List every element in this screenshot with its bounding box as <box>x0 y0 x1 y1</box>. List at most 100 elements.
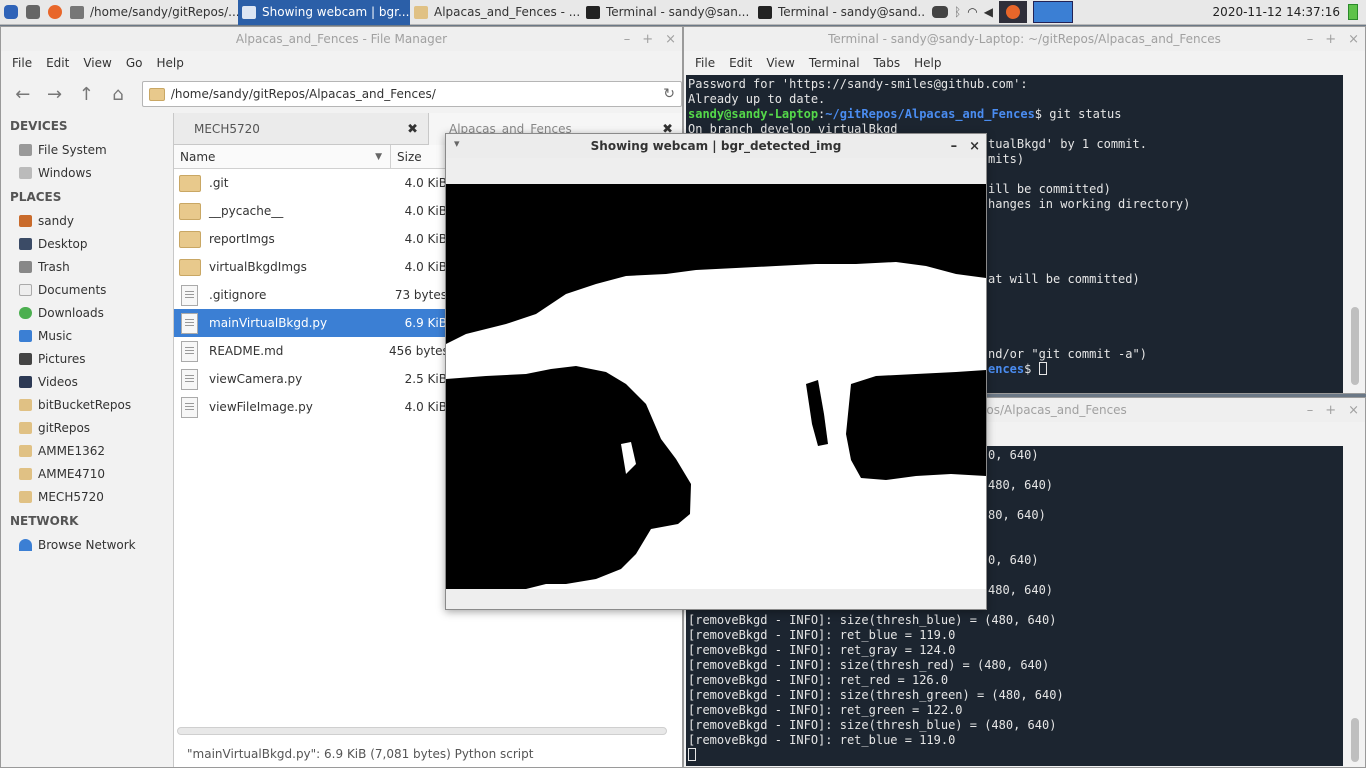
column-size-label: Size <box>397 149 422 164</box>
sidebar-item-music[interactable]: Music <box>1 324 173 347</box>
sidebar-item-label: bitBucketRepos <box>38 397 132 412</box>
task-label: /home/sandy/gitRepos/... <box>90 5 238 19</box>
terminal-menubar: File Edit View Terminal Tabs Help <box>684 51 1365 75</box>
maximize-button[interactable]: + <box>1325 403 1336 418</box>
sidebar-item-browse-network[interactable]: Browse Network <box>1 533 173 556</box>
sidebar-item-trash[interactable]: Trash <box>1 255 173 278</box>
text-file-icon <box>181 368 198 390</box>
task-terminal-1[interactable]: Terminal - sandy@san... <box>582 0 754 25</box>
battery-icon[interactable] <box>1348 4 1358 20</box>
sidebar-item-gitrepos[interactable]: gitRepos <box>1 416 173 439</box>
close-button[interactable]: × <box>665 32 676 47</box>
tab-label: MECH5720 <box>194 122 260 136</box>
sidebar-item-pictures[interactable]: Pictures <box>1 347 173 370</box>
workspace-switcher-icon[interactable] <box>1032 1 1073 23</box>
sidebar-item-videos[interactable]: Videos <box>1 370 173 393</box>
screenshot-icon[interactable] <box>22 0 44 25</box>
vertical-scrollbar[interactable] <box>1349 446 1361 766</box>
file-name: .git <box>209 176 229 190</box>
discord-icon[interactable] <box>932 6 948 18</box>
sidebar-item-desktop[interactable]: Desktop <box>1 232 173 255</box>
maximize-button[interactable]: + <box>1325 32 1336 47</box>
volume-icon[interactable]: ◀ <box>984 5 993 19</box>
webcam-titlebar[interactable]: ▾ Showing webcam | bgr_detected_img – × <box>446 134 986 158</box>
tab-mech5720[interactable]: MECH5720 ✖ <box>174 113 429 145</box>
sidebar-item-amme1362[interactable]: AMME1362 <box>1 439 173 462</box>
status-bar: "mainVirtualBkgd.py": 6.9 KiB (7,081 byt… <box>187 747 534 761</box>
mask-shapes <box>446 184 986 589</box>
location-bar[interactable]: /home/sandy/gitRepos/Alpacas_and_Fences/… <box>141 81 682 107</box>
folder-icon <box>19 490 32 503</box>
sidebar-item-amme4710[interactable]: AMME4710 <box>1 462 173 485</box>
sort-down-icon: ▼ <box>375 151 382 162</box>
close-tab-icon[interactable]: ✖ <box>407 122 418 137</box>
menu-terminal[interactable]: Terminal <box>802 56 867 70</box>
file-name: mainVirtualBkgd.py <box>209 316 328 330</box>
menu-help[interactable]: Help <box>907 56 948 70</box>
folder-icon <box>179 174 201 192</box>
file-name: viewFileImage.py <box>209 400 313 414</box>
bluetooth-icon[interactable]: ᛒ <box>954 5 961 19</box>
top-panel: /home/sandy/gitRepos/... Showing webcam … <box>0 0 1366 25</box>
text-file-icon <box>181 312 198 334</box>
minimize-button[interactable]: – <box>624 32 631 47</box>
terminal-line: [removeBkgd - INFO]: size(thresh_blue) =… <box>688 718 1057 732</box>
minimize-button[interactable]: – <box>951 139 958 154</box>
column-name[interactable]: Name ▼ <box>174 144 391 169</box>
menu-view[interactable]: View <box>759 56 801 70</box>
task-file-manager[interactable]: /home/sandy/gitRepos/... <box>66 0 238 25</box>
terminal-titlebar[interactable]: Terminal - sandy@sandy-Laptop: ~/gitRepo… <box>684 27 1365 51</box>
task-webcam[interactable]: Showing webcam | bgr... <box>238 0 410 25</box>
sidebar-heading-network: NETWORK <box>10 514 79 528</box>
menu-go[interactable]: Go <box>119 56 150 70</box>
sidebar-item-mech5720[interactable]: MECH5720 <box>1 485 173 508</box>
home-button[interactable]: ⌂ <box>104 80 132 108</box>
sidebar-item-sandy[interactable]: sandy <box>1 209 173 232</box>
up-button[interactable]: ↑ <box>72 80 100 108</box>
column-size[interactable]: Size <box>391 150 422 164</box>
minimize-button[interactable]: – <box>1307 403 1314 418</box>
whisker-menu-icon[interactable] <box>0 0 22 25</box>
menu-tabs[interactable]: Tabs <box>867 56 908 70</box>
sidebar-item-downloads[interactable]: Downloads <box>1 301 173 324</box>
file-name-cell: .git <box>174 174 389 192</box>
file-name: README.md <box>209 344 284 358</box>
menu-help[interactable]: Help <box>149 56 190 70</box>
firefox-tray-icon[interactable] <box>998 1 1027 23</box>
toolbar: ← → ↑ ⌂ /home/sandy/gitRepos/Alpacas_and… <box>1 75 682 113</box>
terminal-line: [removeBkgd - INFO]: size(thresh_blue) =… <box>688 613 1057 627</box>
task-label: Showing webcam | bgr... <box>262 5 410 19</box>
firefox-launcher-icon[interactable] <box>44 0 66 25</box>
back-button[interactable]: ← <box>9 80 37 108</box>
close-button[interactable]: × <box>1348 403 1359 418</box>
sidebar-item-documents[interactable]: Documents <box>1 278 173 301</box>
window-title: Alpacas_and_Fences - File Manager <box>235 32 448 46</box>
vertical-scrollbar[interactable] <box>1349 75 1361 393</box>
file-size: 456 bytes <box>389 344 447 358</box>
menu-file[interactable]: File <box>688 56 722 70</box>
window-menu-icon[interactable]: ▾ <box>454 137 460 150</box>
folder-icon <box>414 5 428 19</box>
sidebar-item-windows[interactable]: Windows <box>1 161 173 184</box>
menu-edit[interactable]: Edit <box>722 56 759 70</box>
home-icon: ⌂ <box>112 83 124 105</box>
task-alpacas-folder[interactable]: Alpacas_and_Fences - ... <box>410 0 582 25</box>
reload-icon[interactable]: ↻ <box>663 86 675 102</box>
file-manager-titlebar[interactable]: Alpacas_and_Fences - File Manager – + × <box>1 27 682 51</box>
menu-edit[interactable]: Edit <box>39 56 76 70</box>
wifi-icon[interactable]: ◠ <box>967 5 977 19</box>
text-editor-icon <box>70 5 84 19</box>
maximize-button[interactable]: + <box>642 32 653 47</box>
clock[interactable]: 2020-11-12 14:37:16 <box>1205 5 1348 19</box>
close-button[interactable]: × <box>1348 32 1359 47</box>
minimize-button[interactable]: – <box>1307 32 1314 47</box>
close-button[interactable]: × <box>969 139 980 154</box>
sidebar-item-bitbucketrepos[interactable]: bitBucketRepos <box>1 393 173 416</box>
menu-view[interactable]: View <box>76 56 118 70</box>
task-label: Terminal - sandy@sand... <box>778 5 926 19</box>
task-terminal-2[interactable]: Terminal - sandy@sand... <box>754 0 926 25</box>
sidebar-item-file-system[interactable]: File System <box>1 138 173 161</box>
menu-file[interactable]: File <box>5 56 39 70</box>
forward-button[interactable]: → <box>41 80 69 108</box>
horizontal-scrollbar[interactable] <box>177 727 667 735</box>
